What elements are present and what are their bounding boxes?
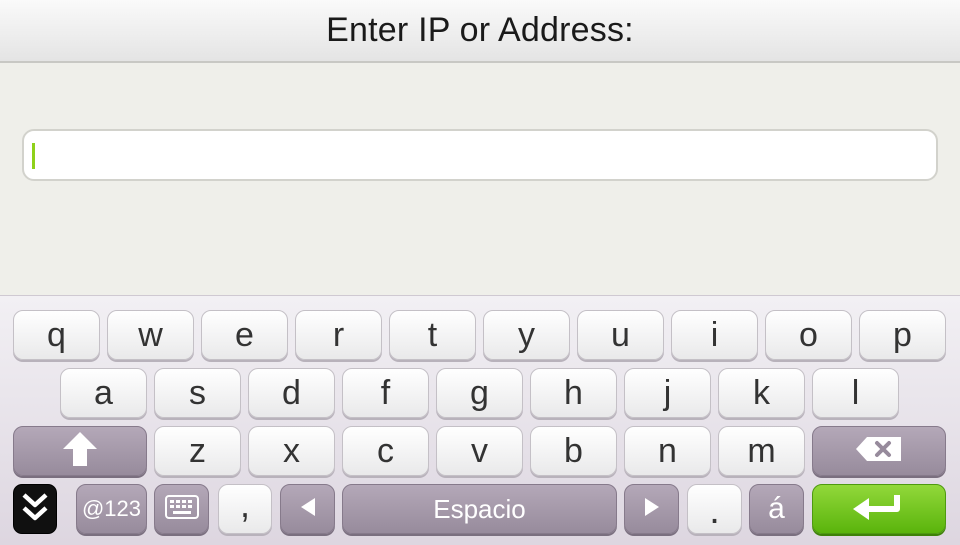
close-keyboard-button[interactable]: [13, 484, 57, 534]
backspace-icon: [855, 436, 903, 467]
key-k[interactable]: k: [718, 368, 805, 418]
key-g[interactable]: g: [436, 368, 523, 418]
shift-arrow-icon: [60, 429, 100, 474]
key-b[interactable]: b: [530, 426, 617, 476]
key-p[interactable]: p: [859, 310, 946, 360]
key-q[interactable]: q: [13, 310, 100, 360]
key-u[interactable]: u: [577, 310, 664, 360]
key-a[interactable]: a: [60, 368, 147, 418]
key-o[interactable]: o: [765, 310, 852, 360]
key-r[interactable]: r: [295, 310, 382, 360]
key-c[interactable]: c: [342, 426, 429, 476]
key-y[interactable]: y: [483, 310, 570, 360]
symbols-key[interactable]: @123: [76, 484, 147, 534]
key-i[interactable]: i: [671, 310, 758, 360]
arrow-left-icon: [299, 497, 317, 522]
cursor-left-key[interactable]: [280, 484, 335, 534]
key-e[interactable]: e: [201, 310, 288, 360]
key-n[interactable]: n: [624, 426, 711, 476]
keyboard-layout-key[interactable]: [154, 484, 209, 534]
page-title: Enter IP or Address:: [326, 11, 634, 49]
key-z[interactable]: z: [154, 426, 241, 476]
key-d[interactable]: d: [248, 368, 335, 418]
key-w[interactable]: w: [107, 310, 194, 360]
key-t[interactable]: t: [389, 310, 476, 360]
double-chevron-down-icon: [20, 490, 50, 529]
key-s[interactable]: s: [154, 368, 241, 418]
shift-key[interactable]: [13, 426, 147, 476]
key-v[interactable]: v: [436, 426, 523, 476]
cursor-right-key[interactable]: [624, 484, 679, 534]
comma-key[interactable]: ,: [218, 484, 272, 534]
space-key[interactable]: Espacio: [342, 484, 617, 534]
title-bar: Enter IP or Address:: [0, 0, 960, 63]
text-caret: [32, 143, 35, 169]
arrow-right-icon: [643, 497, 661, 522]
enter-icon: [851, 492, 907, 527]
key-m[interactable]: m: [718, 426, 805, 476]
on-screen-keyboard: q w e r t y u i o p a s d f g h j k l z …: [0, 295, 960, 545]
key-f[interactable]: f: [342, 368, 429, 418]
key-h[interactable]: h: [530, 368, 617, 418]
accent-key[interactable]: á: [749, 484, 804, 534]
key-l[interactable]: l: [812, 368, 899, 418]
backspace-key[interactable]: [812, 426, 946, 476]
period-key[interactable]: .: [687, 484, 742, 534]
enter-key[interactable]: [812, 484, 946, 534]
key-x[interactable]: x: [248, 426, 335, 476]
address-input[interactable]: [22, 129, 938, 181]
keyboard-icon: [164, 494, 199, 524]
key-j[interactable]: j: [624, 368, 711, 418]
